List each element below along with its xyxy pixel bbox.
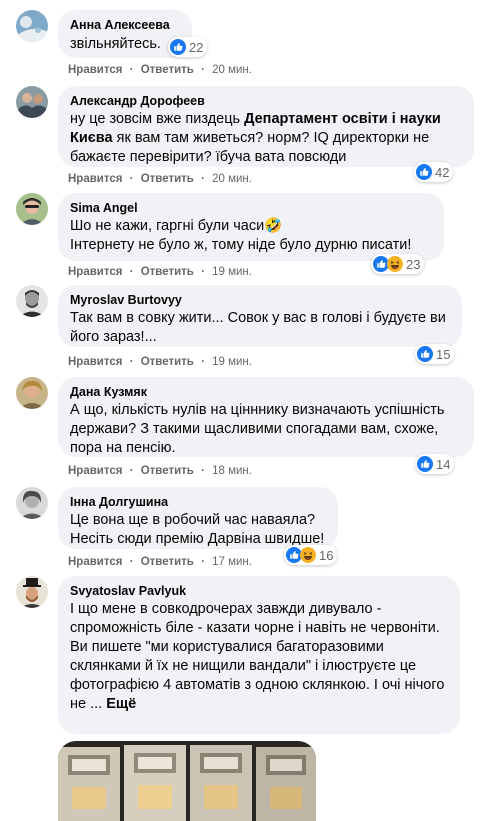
comment-text-part: як вам там живеться? норм? IQ директорки… — [70, 130, 430, 165]
like-link[interactable]: Нравится — [68, 356, 122, 368]
reply-link[interactable]: Ответить — [141, 356, 194, 368]
comment-text: І що мене в совкодрочерах завжди дивувал… — [70, 600, 448, 714]
avatar[interactable] — [16, 576, 48, 608]
reaction-summary[interactable]: 14 — [415, 454, 455, 474]
avatar[interactable] — [16, 285, 48, 317]
separator: · — [201, 266, 205, 278]
reaction-count: 14 — [436, 456, 451, 472]
reply-link[interactable]: Ответить — [141, 266, 194, 278]
comment-author[interactable]: Анна Алексеева — [70, 17, 180, 33]
comment-actions: Нравится · Ответить · 17 мин. — [68, 556, 256, 568]
reply-link[interactable]: Ответить — [141, 173, 194, 185]
vending-machines-image — [58, 741, 316, 821]
reaction-count: 23 — [406, 256, 421, 272]
separator: · — [201, 556, 205, 568]
comment-author[interactable]: Александр Дорофеев — [70, 93, 462, 109]
see-more-link[interactable]: Ещё — [106, 696, 136, 712]
comment-bubble: Інна Долгушина Це вона ще в робочий час … — [58, 487, 338, 549]
comment-author[interactable]: Svyatoslav Pavlyuk — [70, 583, 448, 599]
like-link[interactable]: Нравится — [68, 556, 122, 568]
comment-author[interactable]: Sima Angel — [70, 200, 432, 216]
reaction-summary[interactable]: 22 — [168, 37, 208, 57]
reaction-count: 15 — [436, 346, 451, 362]
reply-link[interactable]: Ответить — [141, 556, 194, 568]
comment-actions: Нравится · Ответить · 20 мин. — [68, 64, 256, 76]
comment-time[interactable]: 20 мин. — [212, 173, 252, 185]
comment-text: Шо не кажи, гаргні були часи🤣 Інтернету … — [70, 217, 432, 255]
comment-text: Так вам в совку жити... Совок у вас в го… — [70, 310, 446, 345]
comment-text-part: ну це зовсім вже пиздець — [70, 111, 245, 127]
reply-link[interactable]: Ответить — [141, 64, 194, 76]
reaction-summary[interactable]: 23 — [371, 254, 425, 274]
comment-author[interactable]: Інна Долгушина — [70, 494, 326, 510]
comment-time[interactable]: 20 мин. — [212, 64, 252, 76]
comment-text: Це вона ще в робочий час наваяла? Несіть… — [70, 511, 326, 549]
comment-photo[interactable] — [58, 741, 316, 821]
comment-bubble: Myroslav Burtovyy Так вам в совку жити..… — [58, 285, 462, 347]
comment-time[interactable]: 18 мин. — [212, 465, 252, 477]
avatar[interactable] — [16, 86, 48, 118]
comment-time[interactable]: 19 мин. — [212, 356, 252, 368]
comment-author[interactable]: Дана Кузмяк — [70, 384, 462, 400]
separator: · — [201, 465, 205, 477]
reaction-summary[interactable]: 15 — [415, 344, 455, 364]
like-reaction-icon — [416, 164, 432, 180]
comment-text-line: Шо не кажи, гаргні були часи🤣 — [70, 218, 283, 234]
reaction-count: 16 — [319, 547, 334, 563]
like-link[interactable]: Нравится — [68, 173, 122, 185]
comment-actions: Нравится · Ответить · 20 мин. — [68, 173, 256, 185]
comment-bubble: Дана Кузмяк А що, кількість нулів на цін… — [58, 377, 474, 457]
like-reaction-icon — [170, 39, 186, 55]
comment-author[interactable]: Myroslav Burtovyy — [70, 292, 450, 308]
comment-text: А що, кількість нулів на цінннику визнач… — [70, 402, 445, 456]
separator: · — [129, 465, 134, 477]
reply-link[interactable]: Ответить — [141, 465, 194, 477]
like-reaction-icon — [417, 346, 433, 362]
comment-bubble: Sima Angel Шо не кажи, гаргні були часи🤣… — [58, 193, 444, 261]
comment-text: звільняйтесь. — [70, 36, 161, 52]
separator: · — [129, 173, 134, 185]
like-link[interactable]: Нравится — [68, 465, 122, 477]
reaction-summary[interactable]: 42 — [414, 162, 454, 182]
comment-text-line: Інтернету не було ж, тому ніде було дурн… — [70, 237, 412, 253]
avatar[interactable] — [16, 487, 48, 519]
comment-bubble: Александр Дорофеев ну це зовсім вже пизд… — [58, 86, 474, 167]
comment-bubble: Svyatoslav Pavlyuk І що мене в совкодроч… — [58, 576, 460, 734]
comment-text-line: Це вона ще в робочий час наваяла? — [70, 512, 316, 528]
comment-text: ну це зовсім вже пиздець Департамент осв… — [70, 110, 462, 167]
separator: · — [129, 556, 134, 568]
avatar[interactable] — [16, 193, 48, 225]
haha-reaction-icon — [300, 547, 316, 563]
avatar[interactable] — [16, 377, 48, 409]
separator: · — [129, 266, 134, 278]
like-link[interactable]: Нравится — [68, 64, 122, 76]
reaction-summary[interactable]: 16 — [284, 545, 338, 565]
haha-reaction-icon — [387, 256, 403, 272]
comment-text-paragraph: Ви пишете "ми користувалися багаторазови… — [70, 638, 448, 714]
like-reaction-icon — [417, 456, 433, 472]
separator: · — [201, 173, 205, 185]
comment-actions: Нравится · Ответить · 19 мин. — [68, 266, 256, 278]
reaction-count: 42 — [435, 164, 450, 180]
separator: · — [129, 356, 134, 368]
reaction-count: 22 — [189, 39, 204, 55]
comment-text-paragraph: І що мене в совкодрочерах завжди дивувал… — [70, 601, 440, 636]
comment-actions: Нравится · Ответить · 18 мин. — [68, 465, 256, 477]
avatar[interactable] — [16, 10, 48, 42]
comment-actions: Нравится · Ответить · 19 мин. — [68, 356, 256, 368]
separator: · — [201, 356, 205, 368]
like-link[interactable]: Нравится — [68, 266, 122, 278]
comment-time[interactable]: 17 мин. — [212, 556, 252, 568]
separator: · — [201, 64, 205, 76]
comment-time[interactable]: 19 мин. — [212, 266, 252, 278]
separator: · — [129, 64, 134, 76]
